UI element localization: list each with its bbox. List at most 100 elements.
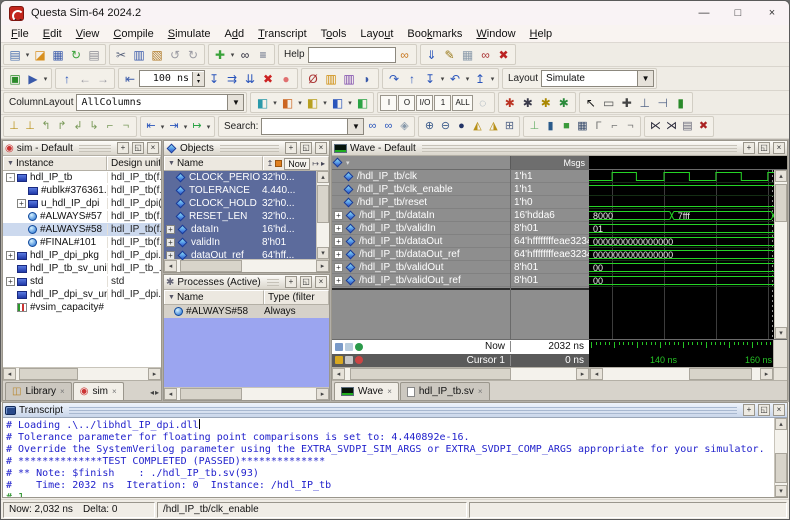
scroll-track[interactable] [177, 260, 316, 272]
menu-item-compile[interactable]: Compile [106, 27, 160, 41]
dropdown-caret[interactable]: ▾ [182, 123, 189, 131]
cut-icon[interactable]: ✂ [112, 46, 130, 64]
type-column-header[interactable]: Type (filter [264, 290, 329, 304]
undock-panel-button[interactable]: ◱ [758, 142, 770, 154]
columnlayout-select[interactable]: AllColumns▼ [76, 94, 244, 111]
copy-icon[interactable]: ▥ [130, 46, 148, 64]
now-row[interactable]: Now 2032 ns [332, 340, 589, 354]
gear-red-icon[interactable]: ✱ [501, 94, 519, 112]
tab-library[interactable]: ◫ Library × [5, 382, 72, 400]
move-edge-icon[interactable]: ↳ [86, 118, 102, 136]
stretch-mode-icon[interactable]: ⊣ [654, 94, 672, 112]
name-column-header[interactable]: ▼ Name [164, 290, 264, 304]
expander-icon[interactable]: + [17, 199, 26, 208]
edit-file-icon[interactable]: ✎ [441, 46, 459, 64]
no-force-icon[interactable]: Ø [304, 70, 322, 88]
transcript-vertical-scrollbar[interactable]: ▴ ▾ [774, 418, 787, 497]
wave-signal-name-row[interactable]: +/hdl_IP_tb/dataOut_ref [332, 248, 510, 261]
edit-cursor-icon[interactable] [345, 356, 353, 364]
clear-transcript-icon[interactable]: ✖ [495, 46, 513, 64]
wave-scrollbar[interactable]: ◂ ▸ [589, 368, 773, 380]
close-tab-icon[interactable]: × [112, 387, 117, 396]
dropdown-caret[interactable]: ▾ [346, 159, 350, 167]
objects-vertical-scrollbar[interactable]: ▴ ▾ [316, 171, 329, 259]
simulate-icon[interactable]: ▶ [24, 70, 42, 88]
search-input[interactable]: ▼ [261, 118, 364, 135]
filter-icon[interactable]: ▼ [7, 160, 14, 167]
close-panel-button[interactable]: × [315, 142, 327, 154]
reload-icon[interactable]: ↻ [67, 46, 85, 64]
expander-icon[interactable]: + [334, 263, 343, 272]
gear-yellow-icon[interactable]: ✱ [537, 94, 555, 112]
find-icon[interactable]: ∞ [236, 46, 254, 64]
mode-button-all[interactable]: ALL [452, 95, 472, 111]
panel-grip[interactable] [69, 407, 737, 414]
find-options-icon[interactable]: ≡ [254, 46, 272, 64]
next-transition-icon[interactable]: ⋊ [663, 118, 679, 136]
filter-gold-icon[interactable]: ◧ [303, 94, 321, 112]
scroll-down-arrow[interactable]: ▾ [775, 327, 787, 339]
trim-edge-icon[interactable]: ¬ [118, 118, 134, 136]
panel-grip[interactable] [220, 145, 279, 152]
zoom-mode2-icon[interactable]: ⊞ [501, 118, 517, 136]
dropdown-arrow-icon[interactable]: ▼ [347, 119, 363, 134]
grid-icon[interactable]: ▦ [574, 118, 590, 136]
close-panel-button[interactable]: × [147, 142, 159, 154]
lock-cursor-icon[interactable] [335, 356, 343, 364]
mirror-edge-icon[interactable]: ↱ [54, 118, 70, 136]
panel-grip[interactable] [422, 145, 737, 152]
step-back-icon[interactable]: ↶ [446, 70, 464, 88]
edge-low-icon[interactable]: ¬ [622, 118, 638, 136]
mode-button-o[interactable]: O [398, 95, 415, 111]
wave-signal-name-row[interactable]: +/hdl_IP_tb/dataIn [332, 209, 510, 222]
menu-item-bookmarks[interactable]: Bookmarks [400, 27, 469, 41]
dropdown-caret[interactable]: ▾ [271, 99, 278, 107]
wave-signal-name-row[interactable]: +/hdl_IP_tb/validOut_ref [332, 274, 510, 287]
zoom-out-icon[interactable]: ⊖ [437, 118, 453, 136]
edge-up-icon[interactable]: Γ [590, 118, 606, 136]
maximize-button[interactable]: □ [721, 1, 755, 25]
find-next-icon[interactable]: ∞ [364, 118, 380, 136]
scroll-left-arrow[interactable]: ◂ [590, 368, 603, 380]
contains-icon[interactable] [275, 160, 282, 167]
close-tab-icon[interactable]: × [478, 387, 483, 396]
step-into-icon[interactable]: ↧ [421, 70, 439, 88]
wave-signal-name-row[interactable]: +/hdl_IP_tb/validIn [332, 222, 510, 235]
show-matrix-icon[interactable]: ▦ [459, 46, 477, 64]
clear-mode-icon[interactable]: ◌ [474, 94, 492, 112]
add-cursor-icon[interactable] [355, 343, 363, 351]
run-length-stepper[interactable]: 100 ns▴▾ [139, 70, 205, 87]
select-mode-icon[interactable]: ↖ [582, 94, 600, 112]
tab-wave[interactable]: Wave × [334, 382, 399, 400]
profile-icon[interactable]: ▥ [322, 70, 340, 88]
scroll-up-arrow[interactable]: ▴ [775, 418, 787, 430]
highlight-icon[interactable]: ◗ [358, 70, 376, 88]
menu-item-view[interactable]: View [69, 27, 107, 41]
minimize-button[interactable]: — [687, 1, 721, 25]
expander-icon[interactable]: + [6, 277, 15, 286]
back-icon[interactable]: ← [76, 70, 94, 88]
wave-vertical-scrollbar[interactable]: ▴ ▾ [774, 170, 787, 339]
undock-panel-button[interactable]: ◱ [758, 404, 770, 416]
objects-list[interactable]: CLOCK_PERIOD32'h0...TOLERANCE4.440...CLO… [164, 171, 316, 259]
zoom-full-icon[interactable]: ● [453, 118, 469, 136]
undock-panel-button[interactable]: ◱ [300, 142, 312, 154]
dropdown-caret[interactable]: ▾ [439, 75, 446, 83]
filter-icon[interactable]: ▼ [168, 160, 175, 167]
object-row[interactable]: +validIn8'h01 [164, 236, 316, 249]
instance-row[interactable]: #ALWAYS#58hdl_IP_tb(f... [3, 223, 161, 236]
remove-pointer-icon[interactable]: ✖ [695, 118, 711, 136]
object-row[interactable]: TOLERANCE4.440... [164, 184, 316, 197]
menu-item-add[interactable]: Add [218, 27, 252, 41]
scroll-left-arrow[interactable]: ◂ [3, 368, 16, 380]
name-column-header[interactable]: ▼ Name [164, 156, 263, 170]
sort-icon[interactable]: ↥ [267, 159, 274, 168]
expander-icon[interactable]: + [6, 251, 15, 260]
insert-cursor-icon[interactable]: ⊥ [526, 118, 542, 136]
delete-edge-icon[interactable]: ⊥ [22, 118, 38, 136]
goto-icon[interactable]: ↦ [312, 159, 319, 168]
waveform-lane[interactable]: 80007fff [589, 209, 774, 222]
dropdown-caret[interactable]: ▾ [159, 123, 166, 131]
expand-panel-button[interactable]: + [285, 142, 297, 154]
wave-signal-name-row[interactable]: /hdl_IP_tb/clk_enable [332, 183, 510, 196]
